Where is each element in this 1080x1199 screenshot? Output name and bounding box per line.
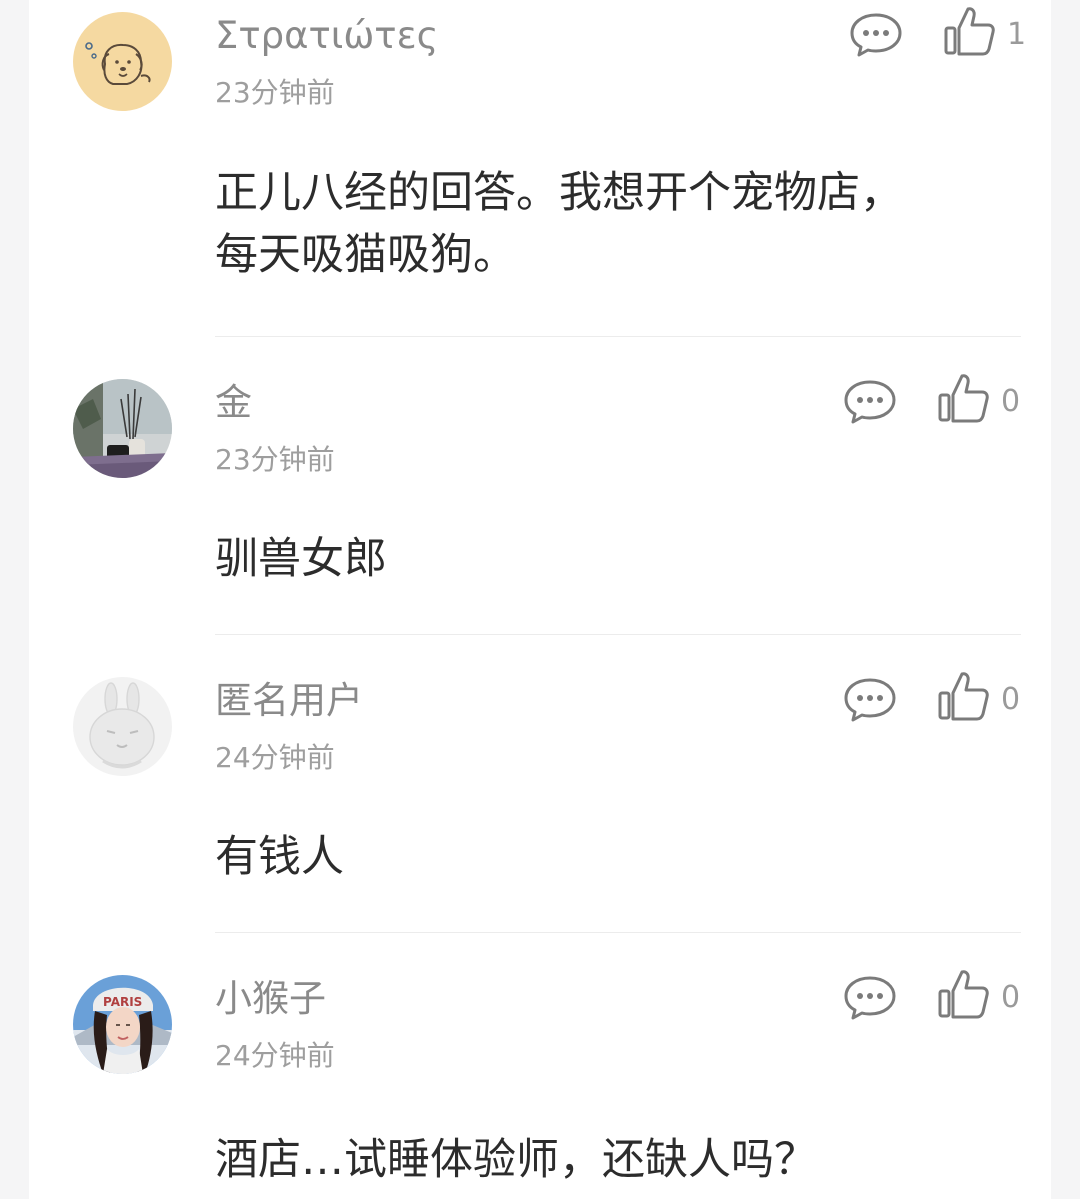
username[interactable]: 匿名用户 (215, 679, 363, 723)
divider (215, 634, 1021, 635)
comment-text-line: 每天吸猫吸狗。 (215, 230, 516, 280)
like-button[interactable]: 0 (937, 967, 1025, 1025)
reply-comment-icon[interactable] (843, 975, 897, 1021)
thumbs-up-icon (938, 374, 989, 423)
like-count: 1 (1007, 17, 1027, 52)
divider (215, 932, 1021, 933)
username[interactable]: 小猴子 (215, 977, 326, 1021)
thumbs-up-icon (938, 672, 989, 721)
reply-comment-icon[interactable] (843, 379, 897, 425)
comment-text-line: 有钱人 (215, 832, 344, 882)
comment-text: 正儿八经的回答。我想开个宠物店， 每天吸猫吸狗。 (215, 162, 903, 286)
like-button[interactable]: 0 (937, 669, 1025, 727)
like-button[interactable]: 0 (937, 371, 1025, 429)
winter-window-photo-avatar-icon (73, 379, 172, 478)
username[interactable]: 金 (215, 381, 252, 425)
comment-text-line: 酒店…试睡体验师，还缺人吗？ (215, 1135, 817, 1185)
comment-list: Στρατιώτες 23分钟前 1 正儿八经的回答。我想开个宠物店， 每天吸猫… (29, 0, 1051, 1199)
like-count: 0 (1001, 980, 1021, 1015)
comment-item: PARIS 小猴子 24分钟前 0 酒店…试睡体验师，还缺人吗？ (29, 963, 1051, 1199)
timestamp: 24分钟前 (215, 1039, 335, 1072)
like-count: 0 (1001, 682, 1021, 717)
comment-text: 驯兽女郎 (215, 528, 387, 590)
comment-item: Στρατιώτες 23分钟前 1 正儿八经的回答。我想开个宠物店， 每天吸猫… (29, 0, 1051, 337)
thumbs-up-icon (938, 970, 989, 1019)
avatar[interactable] (73, 379, 172, 478)
avatar[interactable] (73, 12, 172, 111)
anonymous-rabbit-avatar-icon (73, 677, 172, 776)
comment-text-line: 驯兽女郎 (215, 534, 387, 584)
thumbs-up-icon (944, 7, 995, 56)
comment-item: 金 23分钟前 0 驯兽女郎 (29, 367, 1051, 635)
dog-cartoon-avatar-icon (73, 12, 172, 111)
svg-text:PARIS: PARIS (103, 995, 142, 1009)
divider (215, 336, 1021, 337)
comment-item: 匿名用户 24分钟前 0 有钱人 (29, 665, 1051, 933)
reply-comment-icon[interactable] (849, 12, 903, 58)
comment-text-line: 正儿八经的回答。我想开个宠物店， (215, 168, 903, 218)
username[interactable]: Στρατιώτες (215, 14, 438, 58)
like-count: 0 (1001, 384, 1021, 419)
timestamp: 23分钟前 (215, 76, 335, 109)
comment-text: 有钱人 (215, 826, 344, 888)
timestamp: 23分钟前 (215, 443, 335, 476)
like-button[interactable]: 1 (943, 4, 1027, 62)
comment-text: 酒店…试睡体验师，还缺人吗？ (215, 1129, 817, 1191)
avatar[interactable] (73, 677, 172, 776)
timestamp: 24分钟前 (215, 741, 335, 774)
reply-comment-icon[interactable] (843, 677, 897, 723)
girl-photo-avatar-icon: PARIS (73, 975, 172, 1074)
avatar[interactable]: PARIS (73, 975, 172, 1074)
